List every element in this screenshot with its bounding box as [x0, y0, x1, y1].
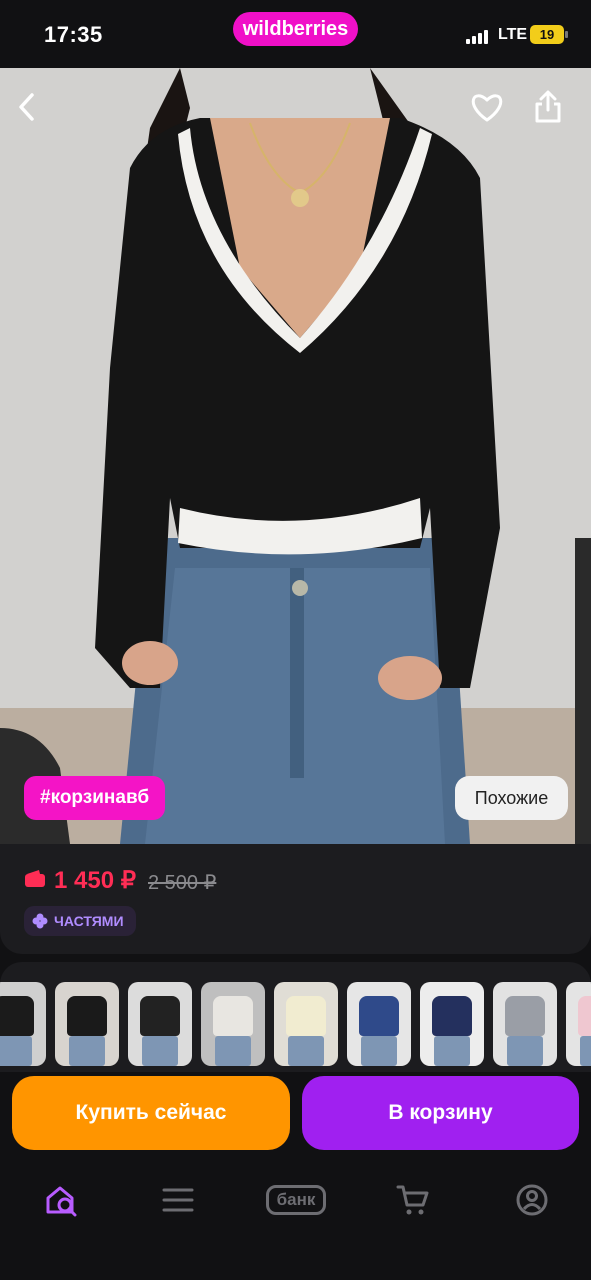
status-time: 17:35 [44, 22, 103, 47]
thumb-shirt [432, 996, 472, 1036]
share-button[interactable] [534, 90, 574, 130]
heart-icon [471, 94, 503, 122]
thumb-jeans [288, 1036, 324, 1066]
nav-catalog[interactable] [153, 1180, 203, 1220]
wallet-icon [25, 870, 45, 887]
home-search-icon [46, 1186, 77, 1217]
recommendation-thumb[interactable] [347, 982, 411, 1066]
back-button[interactable] [16, 92, 56, 132]
favorite-button[interactable] [470, 92, 510, 132]
brand-logo: wildberries [233, 12, 358, 46]
thumb-jeans [142, 1036, 178, 1066]
recommendation-thumb[interactable] [274, 982, 338, 1066]
recommendation-thumb[interactable] [55, 982, 119, 1066]
nav-cart[interactable] [388, 1180, 438, 1220]
signal-icon [466, 28, 490, 44]
bottom-nav: банк [0, 1160, 591, 1280]
product-image[interactable] [0, 68, 591, 844]
status-bar: 17:35 wildberries LTE 19 [0, 0, 591, 68]
nav-home[interactable] [36, 1180, 86, 1220]
hashtag-badge[interactable]: #корзинавб [24, 776, 166, 820]
thumb-jeans [507, 1036, 543, 1066]
thumb-shirt [140, 996, 180, 1036]
recommendation-thumb[interactable] [128, 982, 192, 1066]
thumb-shirt [505, 996, 545, 1036]
recommendation-thumb[interactable] [201, 982, 265, 1066]
recommendation-thumb[interactable] [566, 982, 591, 1066]
thumb-shirt [0, 996, 34, 1036]
recommendation-thumb[interactable] [0, 982, 46, 1066]
thumb-jeans [434, 1036, 470, 1066]
split-icon [32, 913, 48, 929]
profile-icon [516, 1184, 548, 1216]
recommendation-thumb[interactable] [493, 982, 557, 1066]
installments-badge[interactable]: ЧАСТЯМИ [24, 906, 136, 936]
battery-level: 19 [539, 27, 555, 42]
thumb-jeans [215, 1036, 251, 1066]
installments-label: ЧАСТЯМИ [54, 913, 124, 929]
share-icon [535, 90, 561, 123]
thumb-jeans [69, 1036, 105, 1066]
thumb-shirt [286, 996, 326, 1036]
buy-now-button[interactable]: Купить сейчас [12, 1076, 290, 1150]
recommendation-thumb[interactable] [420, 982, 484, 1066]
thumb-shirt [67, 996, 107, 1036]
nav-bank[interactable]: банк [258, 1180, 334, 1220]
thumb-jeans [361, 1036, 397, 1066]
price-card: 1 450 ₽ 2 500 ₽ ЧАСТЯМИ [0, 844, 591, 954]
thumb-shirt [213, 996, 253, 1036]
product-photo [0, 68, 591, 844]
old-price: 2 500 ₽ [148, 872, 217, 894]
thumb-jeans [580, 1036, 591, 1066]
similar-button[interactable]: Похожие [455, 776, 568, 820]
nav-profile[interactable] [507, 1180, 557, 1220]
menu-icon [162, 1188, 194, 1212]
cart-icon [396, 1185, 429, 1215]
bank-icon: банк [265, 1185, 327, 1215]
current-price: 1 450 ₽ [54, 867, 136, 894]
add-to-cart-button[interactable]: В корзину [302, 1076, 579, 1150]
network-type: LTE [498, 26, 528, 43]
battery-icon: 19 [530, 25, 568, 44]
chevron-left-icon [19, 93, 34, 121]
recommendations-strip[interactable] [0, 962, 591, 1072]
thumb-shirt [578, 996, 591, 1036]
thumb-jeans [0, 1036, 32, 1066]
thumb-shirt [359, 996, 399, 1036]
